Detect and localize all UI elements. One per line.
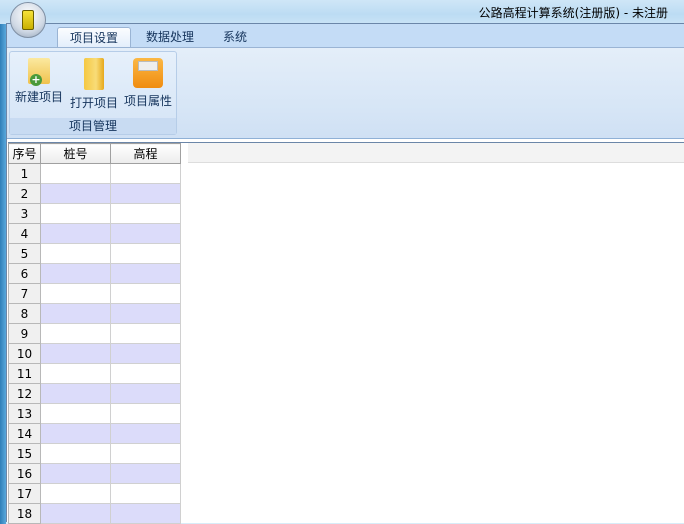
new-project-label: 新建项目 <box>14 90 63 104</box>
table-row[interactable]: 7 <box>8 283 181 304</box>
row-number[interactable]: 1 <box>8 163 41 184</box>
column-header-elevation[interactable]: 高程 <box>110 143 181 164</box>
total-station-icon <box>22 10 34 30</box>
row-number[interactable]: 15 <box>8 443 41 464</box>
row-number[interactable]: 14 <box>8 423 41 444</box>
table-row[interactable]: 1 <box>8 163 181 184</box>
row-number[interactable]: 18 <box>8 503 41 524</box>
row-number[interactable]: 5 <box>8 243 41 264</box>
main-window: 项目设置 数据处理 系统 + 新建项目 打开项目 项目属性 项目管理 序号 桩号… <box>6 23 684 524</box>
elevation-cell[interactable] <box>110 243 181 264</box>
open-folder-icon <box>84 58 104 90</box>
group-label: 项目管理 <box>10 118 176 134</box>
table-row[interactable]: 10 <box>8 343 181 364</box>
station-cell[interactable] <box>40 323 111 344</box>
station-cell[interactable] <box>40 183 111 204</box>
elevation-cell[interactable] <box>110 363 181 384</box>
elevation-cell[interactable] <box>110 483 181 504</box>
table-row[interactable]: 13 <box>8 403 181 424</box>
table-row[interactable]: 3 <box>8 203 181 224</box>
row-number[interactable]: 16 <box>8 463 41 484</box>
table-row[interactable]: 17 <box>8 483 181 504</box>
row-number[interactable]: 12 <box>8 383 41 404</box>
elevation-cell[interactable] <box>110 283 181 304</box>
station-cell[interactable] <box>40 443 111 464</box>
elevation-cell[interactable] <box>110 443 181 464</box>
row-number[interactable]: 13 <box>8 403 41 424</box>
row-number[interactable]: 4 <box>8 223 41 244</box>
window-title: 公路高程计算系统(注册版) - 未注册 <box>478 6 668 20</box>
row-number[interactable]: 9 <box>8 323 41 344</box>
project-properties-label: 项目属性 <box>123 94 172 108</box>
elevation-cell[interactable] <box>110 163 181 184</box>
new-project-button[interactable]: + 新建项目 <box>12 56 66 110</box>
elevation-cell[interactable] <box>110 183 181 204</box>
project-properties-button[interactable]: 项目属性 <box>121 56 175 110</box>
new-project-icon: + <box>28 58 50 86</box>
data-grid[interactable]: 序号 桩号 高程 1 2 3 4 5 6 7 8 9 10 11 12 13 14 15 16 17 18 <box>8 142 684 524</box>
row-number[interactable]: 3 <box>8 203 41 224</box>
station-cell[interactable] <box>40 263 111 284</box>
station-cell[interactable] <box>40 223 111 244</box>
elevation-cell[interactable] <box>110 463 181 484</box>
row-number[interactable]: 17 <box>8 483 41 504</box>
station-cell[interactable] <box>40 503 111 524</box>
elevation-cell[interactable] <box>110 223 181 244</box>
row-number[interactable]: 11 <box>8 363 41 384</box>
elevation-cell[interactable] <box>110 403 181 424</box>
open-project-label: 打开项目 <box>69 96 118 110</box>
station-cell[interactable] <box>40 483 111 504</box>
table-row[interactable]: 12 <box>8 383 181 404</box>
table-row[interactable]: 16 <box>8 463 181 484</box>
project-management-group: + 新建项目 打开项目 项目属性 项目管理 <box>9 51 177 135</box>
row-number[interactable]: 6 <box>8 263 41 284</box>
station-cell[interactable] <box>40 383 111 404</box>
table-row[interactable]: 18 <box>8 503 181 524</box>
elevation-cell[interactable] <box>110 423 181 444</box>
station-cell[interactable] <box>40 343 111 364</box>
elevation-cell[interactable] <box>110 303 181 324</box>
application-menu-button[interactable] <box>10 2 46 38</box>
ribbon-panel: + 新建项目 打开项目 项目属性 项目管理 <box>7 47 684 139</box>
table-row[interactable]: 5 <box>8 243 181 264</box>
station-cell[interactable] <box>40 363 111 384</box>
row-number[interactable]: 8 <box>8 303 41 324</box>
row-number[interactable]: 2 <box>8 183 41 204</box>
table-row[interactable]: 4 <box>8 223 181 244</box>
tab-data-processing[interactable]: 数据处理 <box>134 27 206 47</box>
elevation-cell[interactable] <box>110 383 181 404</box>
open-project-button[interactable]: 打开项目 <box>67 56 121 110</box>
table-row[interactable]: 9 <box>8 323 181 344</box>
station-cell[interactable] <box>40 403 111 424</box>
table-row[interactable]: 8 <box>8 303 181 324</box>
tab-system[interactable]: 系统 <box>211 27 259 47</box>
elevation-cell[interactable] <box>110 503 181 524</box>
station-cell[interactable] <box>40 163 111 184</box>
station-cell[interactable] <box>40 243 111 264</box>
column-header-station[interactable]: 桩号 <box>40 143 111 164</box>
table-row[interactable]: 11 <box>8 363 181 384</box>
elevation-cell[interactable] <box>110 323 181 344</box>
station-cell[interactable] <box>40 303 111 324</box>
station-cell[interactable] <box>40 283 111 304</box>
table-row[interactable]: 15 <box>8 443 181 464</box>
elevation-cell[interactable] <box>110 343 181 364</box>
station-cell[interactable] <box>40 423 111 444</box>
row-number[interactable]: 7 <box>8 283 41 304</box>
tab-project-settings[interactable]: 项目设置 <box>57 27 132 47</box>
column-header-index[interactable]: 序号 <box>8 143 41 164</box>
properties-icon <box>133 58 163 88</box>
elevation-cell[interactable] <box>110 203 181 224</box>
station-cell[interactable] <box>40 203 111 224</box>
station-cell[interactable] <box>40 463 111 484</box>
row-number[interactable]: 10 <box>8 343 41 364</box>
title-bar: 公路高程计算系统(注册版) - 未注册 <box>0 0 684 24</box>
table-row[interactable]: 6 <box>8 263 181 284</box>
table-row[interactable]: 2 <box>8 183 181 204</box>
elevation-cell[interactable] <box>110 263 181 284</box>
ribbon-tabs: 项目设置 数据处理 系统 <box>7 24 684 47</box>
table-row[interactable]: 14 <box>8 423 181 444</box>
